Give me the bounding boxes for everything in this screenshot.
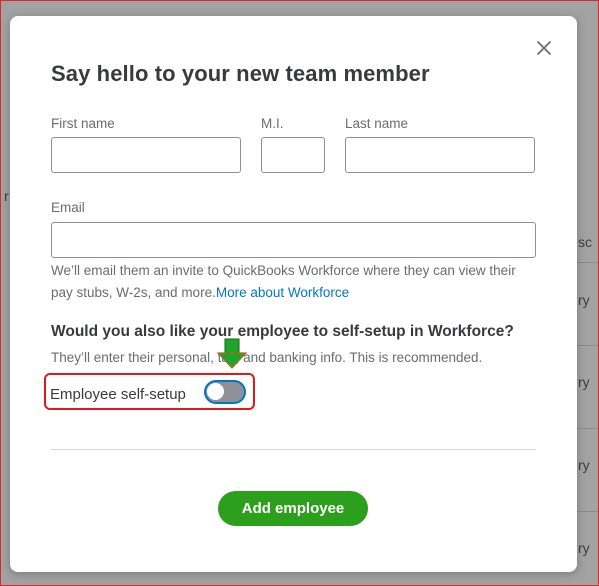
background-fragment: sc [578, 234, 592, 250]
close-icon [537, 41, 551, 55]
background-fragment: ry [578, 292, 590, 308]
middle-initial-label: M.I. [261, 116, 284, 131]
background-fragment: ry [578, 374, 590, 390]
last-name-field[interactable] [345, 137, 535, 173]
self-setup-question: Would you also like your employee to sel… [51, 323, 514, 340]
close-button[interactable] [534, 38, 554, 58]
email-label: Email [51, 200, 85, 215]
first-name-field[interactable] [51, 137, 241, 173]
dialog-title: Say hello to your new team member [51, 61, 430, 86]
add-employee-dialog: Say hello to your new team member First … [10, 16, 577, 572]
self-setup-toggle[interactable] [204, 380, 246, 404]
background-divider [577, 428, 599, 429]
more-about-workforce-link[interactable]: More about Workforce [216, 285, 349, 300]
first-name-label: First name [51, 116, 115, 131]
middle-initial-field[interactable] [261, 137, 325, 173]
email-help-text: We’ll email them an invite to QuickBooks… [51, 260, 531, 304]
background-fragment: ry [578, 457, 590, 473]
background-fragment: ry [578, 540, 590, 556]
self-setup-description: They’ll enter their personal, tax, and b… [51, 350, 483, 365]
background-fragment: r [4, 188, 9, 204]
add-employee-button[interactable]: Add employee [218, 491, 368, 526]
background-divider [577, 345, 599, 346]
last-name-label: Last name [345, 116, 409, 131]
email-field[interactable] [51, 222, 536, 258]
divider [51, 449, 536, 450]
self-setup-toggle-label: Employee self-setup [50, 386, 186, 403]
background-divider [577, 511, 599, 512]
background-divider [577, 262, 599, 263]
arrow-down-icon [216, 338, 248, 369]
toggle-knob [207, 383, 224, 400]
